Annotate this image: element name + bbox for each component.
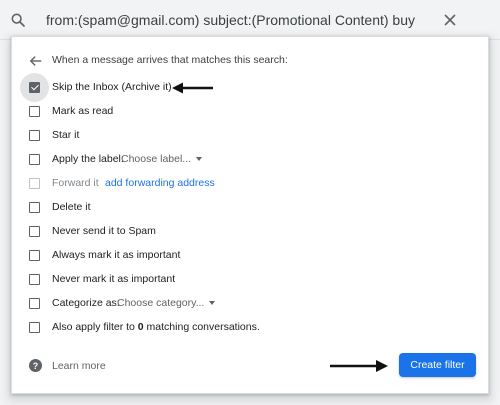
search-bar[interactable]: from:(spam@gmail.com) subject:(Promotion… [0,0,500,40]
choose-category-value: Choose category... [117,297,205,309]
svg-text:?: ? [33,361,38,371]
annotation-arrow-right-icon [330,360,388,372]
search-query[interactable]: from:(spam@gmail.com) subject:(Promotion… [46,12,415,28]
option-star-it[interactable]: Star it [12,125,482,147]
search-icon[interactable] [10,12,26,28]
option-apply-existing[interactable]: Also apply filter to 0 matching conversa… [12,317,482,339]
apply-label-checkbox[interactable] [29,154,40,165]
learn-more-link[interactable]: Learn more [52,360,106,372]
choose-category-select[interactable]: Choose category... [117,297,216,309]
option-mark-as-read[interactable]: Mark as read [12,101,482,123]
apply-existing-suffix: matching conversations. [143,321,260,333]
categorize-label: Categorize as: [52,297,120,309]
always-important-label: Always mark it as important [52,249,181,261]
star-it-label: Star it [52,129,80,141]
filter-panel: When a message arrives that matches this… [11,36,489,394]
back-arrow-icon[interactable] [29,54,43,68]
option-never-spam[interactable]: Never send it to Spam [12,221,482,243]
skip-inbox-checkbox[interactable] [29,82,40,93]
mark-as-read-label: Mark as read [52,105,114,117]
add-forwarding-address-link[interactable]: add forwarding address [105,177,215,189]
option-delete-it[interactable]: Delete it [12,197,482,219]
forward-it-checkbox [29,178,40,189]
never-important-checkbox[interactable] [29,274,40,285]
never-spam-checkbox[interactable] [29,226,40,237]
option-apply-label[interactable]: Apply the label: Choose label... [12,149,482,171]
delete-it-checkbox[interactable] [29,202,40,213]
chevron-down-icon [209,301,216,306]
apply-existing-label: Also apply filter to 0 matching conversa… [52,321,260,333]
categorize-checkbox[interactable] [29,298,40,309]
delete-it-label: Delete it [52,201,91,213]
apply-label-label: Apply the label: [52,153,124,165]
apply-existing-prefix: Also apply filter to [52,321,138,333]
option-skip-inbox[interactable]: Skip the Inbox (Archive it) [12,73,482,102]
choose-label-value: Choose label... [121,153,192,165]
panel-header: When a message arrives that matches this… [52,54,288,66]
forward-it-label: Forward it [52,177,99,189]
apply-existing-checkbox[interactable] [29,322,40,333]
always-important-checkbox[interactable] [29,250,40,261]
help-icon[interactable]: ? [29,359,42,372]
never-spam-label: Never send it to Spam [52,225,156,237]
option-forward-it: Forward it add forwarding address [12,173,482,195]
option-always-important[interactable]: Always mark it as important [12,245,482,267]
never-important-label: Never mark it as important [52,273,176,285]
mark-as-read-checkbox[interactable] [29,106,40,117]
annotation-arrow-left-icon [172,82,213,94]
option-never-important[interactable]: Never mark it as important [12,269,482,291]
option-categorize[interactable]: Categorize as: Choose category... [12,293,482,315]
chevron-down-icon [196,157,203,162]
skip-inbox-label: Skip the Inbox (Archive it) [52,81,172,93]
choose-label-select[interactable]: Choose label... [121,153,203,165]
star-it-checkbox[interactable] [29,130,40,141]
create-filter-button[interactable]: Create filter [399,353,476,377]
close-icon[interactable] [443,13,457,27]
